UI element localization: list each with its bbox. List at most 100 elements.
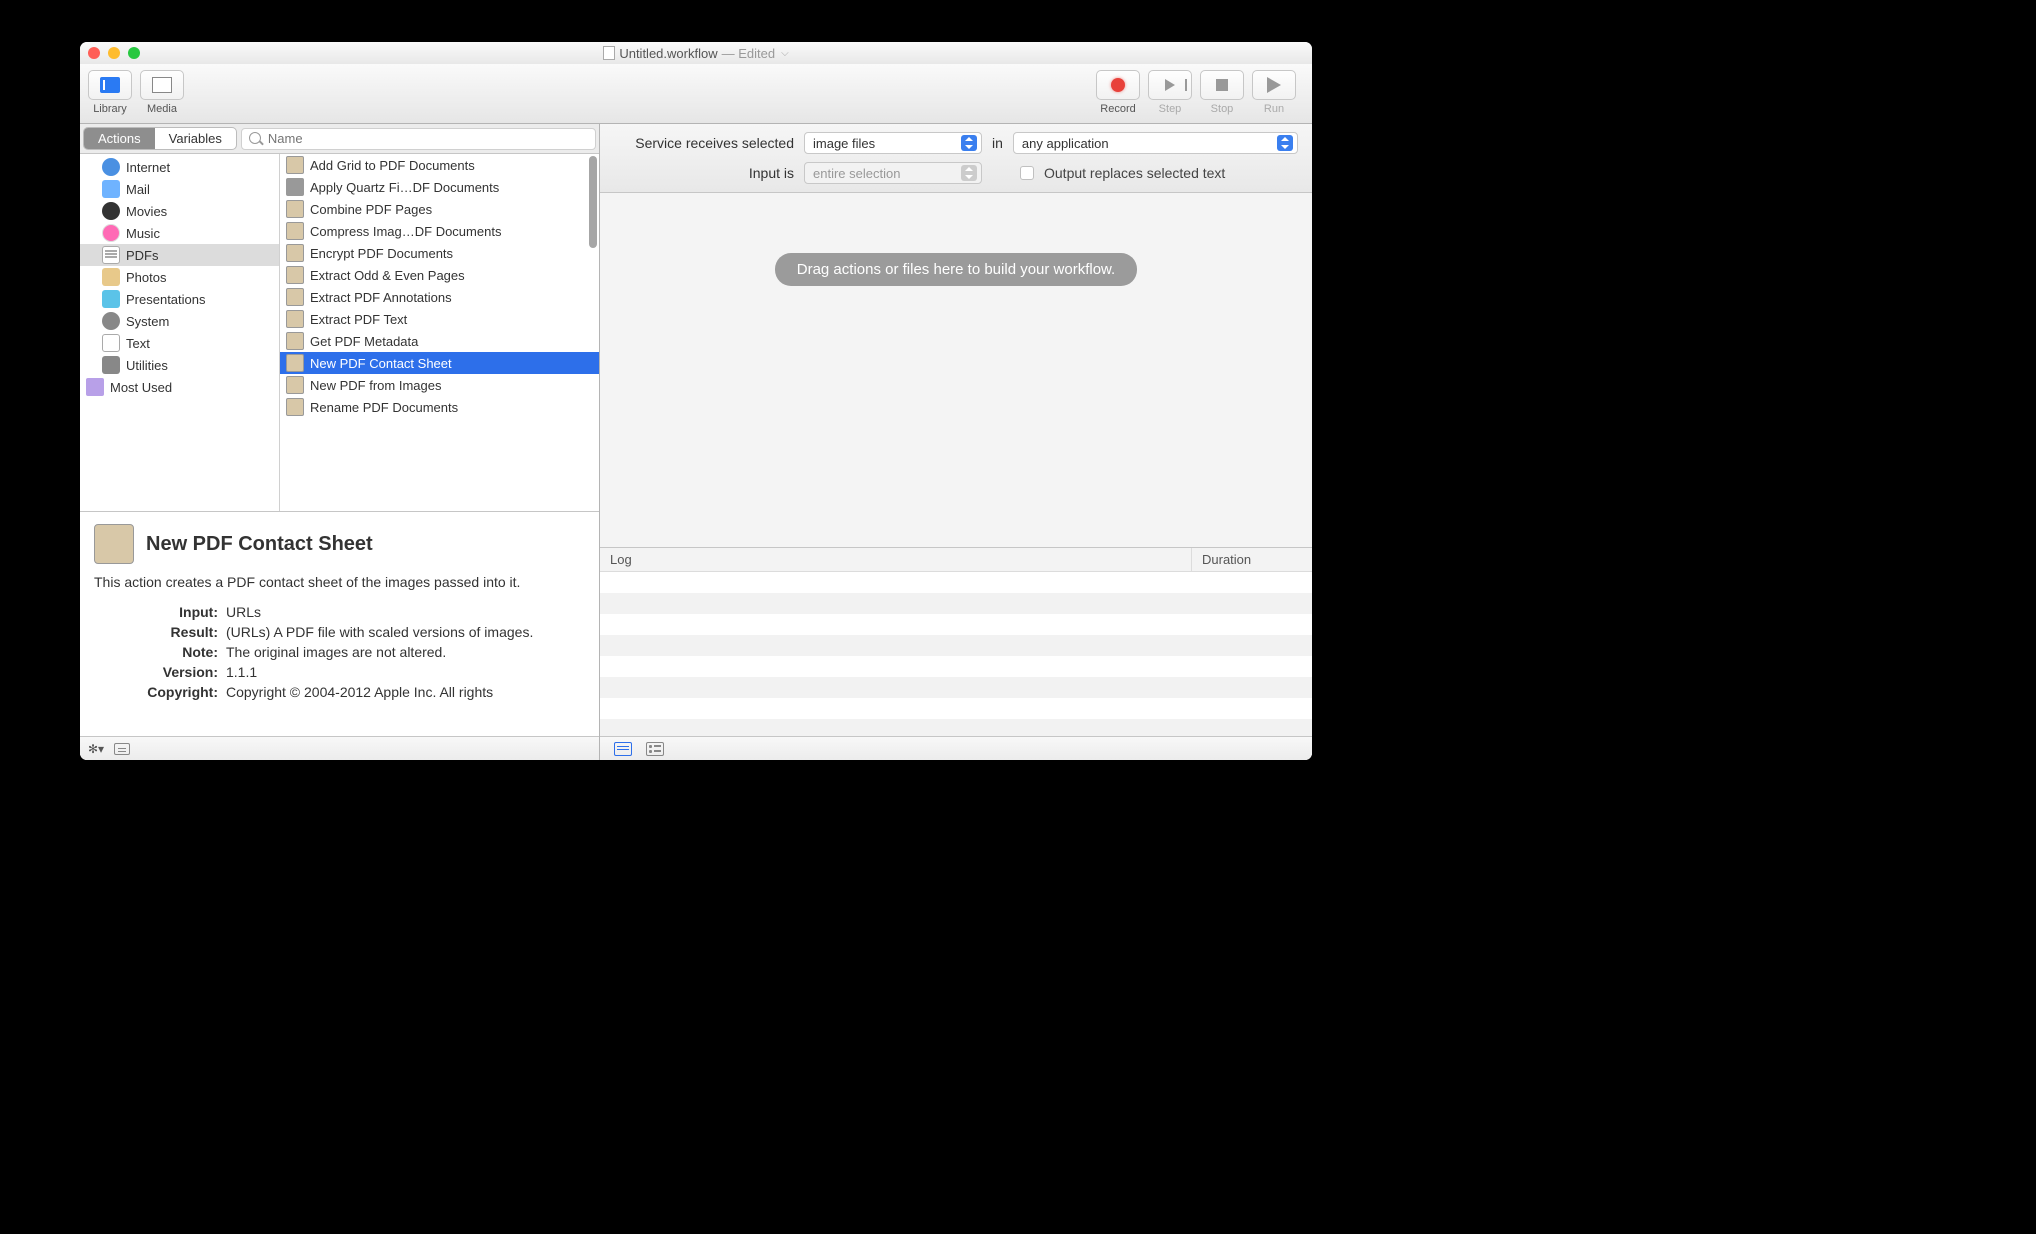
action-label: New PDF from Images <box>310 378 441 393</box>
log-row <box>600 677 1312 698</box>
log-row <box>600 635 1312 656</box>
detail-input-value: URLs <box>226 604 585 620</box>
category-label: Utilities <box>126 358 168 373</box>
record-label: Record <box>1100 103 1135 115</box>
category-label: Music <box>126 226 160 241</box>
action-item[interactable]: Extract Odd & Even Pages <box>280 264 599 286</box>
log-rows[interactable] <box>600 572 1312 736</box>
action-icon <box>286 332 304 350</box>
category-item-presentations[interactable]: Presentations <box>80 288 279 310</box>
category-label: Internet <box>126 160 170 175</box>
action-item[interactable]: Get PDF Metadata <box>280 330 599 352</box>
text-icon <box>102 334 120 352</box>
log-row <box>600 719 1312 736</box>
action-label: Extract Odd & Even Pages <box>310 268 465 283</box>
category-item-utilities[interactable]: Utilities <box>80 354 279 376</box>
application-dropdown[interactable]: any application <box>1013 132 1298 154</box>
photos-icon <box>102 268 120 286</box>
action-icon <box>286 244 304 262</box>
detail-result-label: Result: <box>94 624 226 640</box>
category-item-most-used[interactable]: Most Used <box>80 376 279 398</box>
step-label: Step <box>1159 103 1182 115</box>
detail-title: New PDF Contact Sheet <box>146 533 373 556</box>
detail-toggle[interactable] <box>114 743 130 755</box>
stop-button[interactable] <box>1200 70 1244 100</box>
duration-column-header[interactable]: Duration <box>1192 548 1312 571</box>
output-replaces-checkbox[interactable] <box>1020 166 1034 180</box>
util-icon <box>102 356 120 374</box>
results-view-button[interactable] <box>646 742 664 756</box>
toolbar: Library Media Record Step Stop Run <box>80 64 1312 124</box>
action-icon <box>286 288 304 306</box>
category-label: Movies <box>126 204 167 219</box>
media-button[interactable] <box>140 70 184 100</box>
action-item[interactable]: Extract PDF Annotations <box>280 286 599 308</box>
step-icon <box>1165 79 1175 91</box>
action-icon <box>286 354 304 372</box>
dropdown-arrow-icon <box>961 135 977 151</box>
window-title[interactable]: Untitled.workflow — Edited ⌵ <box>80 46 1312 61</box>
step-button[interactable] <box>1148 70 1192 100</box>
dropdown-arrow-icon <box>961 165 977 181</box>
category-label: Text <box>126 336 150 351</box>
action-list[interactable]: Add Grid to PDF Documents Apply Quartz Fi… <box>280 154 599 511</box>
action-label: Apply Quartz Fi…DF Documents <box>310 180 499 195</box>
record-icon <box>1111 78 1125 92</box>
action-item[interactable]: Extract PDF Text <box>280 308 599 330</box>
action-label: Compress Imag…DF Documents <box>310 224 501 239</box>
media-label: Media <box>147 103 177 115</box>
media-icon <box>152 77 172 93</box>
library-button[interactable] <box>88 70 132 100</box>
action-detail: New PDF Contact Sheet This action create… <box>80 512 599 736</box>
pres-icon <box>102 290 120 308</box>
workflow-pane: Service receives selected image files in… <box>600 124 1312 760</box>
action-item[interactable]: Apply Quartz Fi…DF Documents <box>280 176 599 198</box>
category-item-movies[interactable]: Movies <box>80 200 279 222</box>
action-item[interactable]: New PDF Contact Sheet <box>280 352 599 374</box>
detail-version-label: Version: <box>94 664 226 680</box>
workflow-canvas[interactable]: Drag actions or files here to build your… <box>600 193 1312 548</box>
chevron-down-icon: ⌵ <box>781 48 789 59</box>
action-item[interactable]: Add Grid to PDF Documents <box>280 154 599 176</box>
sys-icon <box>102 312 120 330</box>
record-button[interactable] <box>1096 70 1140 100</box>
tab-variables[interactable]: Variables <box>155 128 236 149</box>
detail-copyright-label: Copyright: <box>94 684 226 700</box>
detail-note-value: The original images are not altered. <box>226 644 585 660</box>
category-list[interactable]: Internet Mail Movies Music PDFsPhotos Present… <box>80 154 280 511</box>
detail-result-value: (URLs) A PDF file with scaled versions o… <box>226 624 585 640</box>
category-item-system[interactable]: System <box>80 310 279 332</box>
action-item[interactable]: Combine PDF Pages <box>280 198 599 220</box>
tab-actions[interactable]: Actions <box>84 128 155 149</box>
action-label: Get PDF Metadata <box>310 334 418 349</box>
music-icon <box>102 224 120 242</box>
input-type-dropdown[interactable]: image files <box>804 132 982 154</box>
category-item-photos[interactable]: Photos <box>80 266 279 288</box>
category-item-music[interactable]: Music <box>80 222 279 244</box>
output-replaces-label: Output replaces selected text <box>1044 165 1225 181</box>
action-item[interactable]: Compress Imag…DF Documents <box>280 220 599 242</box>
run-button[interactable] <box>1252 70 1296 100</box>
log-view-button[interactable] <box>614 742 632 756</box>
category-item-pdfs[interactable]: PDFs <box>80 244 279 266</box>
category-item-mail[interactable]: Mail <box>80 178 279 200</box>
category-label: Presentations <box>126 292 206 307</box>
action-icon <box>286 200 304 218</box>
action-label: New PDF Contact Sheet <box>310 356 452 371</box>
tab-segment: Actions Variables <box>83 127 237 150</box>
action-item[interactable]: New PDF from Images <box>280 374 599 396</box>
action-item[interactable]: Rename PDF Documents <box>280 396 599 418</box>
category-item-internet[interactable]: Internet <box>80 156 279 178</box>
titlebar: Untitled.workflow — Edited ⌵ <box>80 42 1312 64</box>
scrollbar[interactable] <box>589 156 597 248</box>
movies-icon <box>102 202 120 220</box>
category-item-text[interactable]: Text <box>80 332 279 354</box>
action-label: Encrypt PDF Documents <box>310 246 453 261</box>
search-input[interactable] <box>241 128 596 150</box>
detail-version-value: 1.1.1 <box>226 664 585 680</box>
gear-icon[interactable]: ✻▾ <box>88 742 104 756</box>
action-item[interactable]: Encrypt PDF Documents <box>280 242 599 264</box>
automator-window: Untitled.workflow — Edited ⌵ Library Med… <box>80 42 1312 760</box>
log-column-header[interactable]: Log <box>600 548 1192 571</box>
log-row <box>600 593 1312 614</box>
